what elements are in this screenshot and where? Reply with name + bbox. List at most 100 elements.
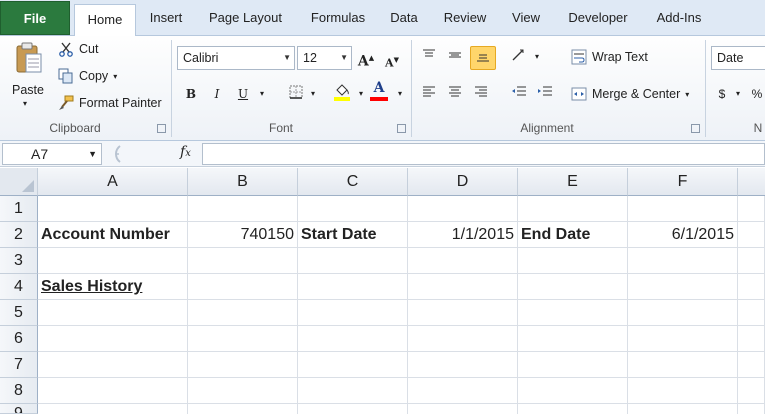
cut-button[interactable]: Cut	[58, 41, 98, 57]
grid-cell[interactable]	[188, 352, 298, 378]
grid-cell[interactable]	[408, 326, 518, 352]
borders-dropdown-icon[interactable]: ▾	[304, 85, 322, 103]
clipboard-launcher-icon[interactable]	[157, 124, 166, 133]
grid-cell[interactable]	[408, 378, 518, 404]
align-bottom-icon[interactable]	[470, 46, 496, 70]
grid-cell[interactable]	[628, 248, 738, 274]
grid-cell[interactable]	[628, 300, 738, 326]
column-header-e[interactable]: E	[518, 168, 628, 196]
grid-cell[interactable]	[628, 404, 738, 414]
grid-cell[interactable]	[738, 248, 765, 274]
decrease-indent-icon[interactable]	[510, 85, 528, 103]
cell-a2[interactable]: Account Number	[38, 222, 188, 248]
column-header-d[interactable]: D	[408, 168, 518, 196]
grid-cell[interactable]	[738, 326, 765, 352]
grid-cell[interactable]	[188, 404, 298, 414]
grid-cell[interactable]	[38, 326, 188, 352]
font-color-button[interactable]: A	[370, 80, 388, 102]
grid-cell[interactable]	[518, 378, 628, 404]
grid-cell[interactable]	[628, 274, 738, 300]
align-right-icon[interactable]	[472, 85, 490, 103]
grid-cell[interactable]	[38, 196, 188, 222]
tab-view[interactable]: View	[504, 0, 548, 36]
grid-cell[interactable]	[38, 404, 188, 414]
grid-cell[interactable]	[738, 300, 765, 326]
grid-cell[interactable]	[408, 352, 518, 378]
italic-button[interactable]: I	[208, 85, 226, 103]
column-header-b[interactable]: B	[188, 168, 298, 196]
grid-cell[interactable]	[408, 196, 518, 222]
merge-center-dropdown-icon[interactable]: ▾	[685, 90, 689, 99]
number-format-select[interactable]: Date	[711, 46, 765, 70]
underline-dropdown-icon[interactable]: ▾	[253, 85, 271, 103]
grid-cell[interactable]	[38, 300, 188, 326]
paste-label[interactable]: Paste	[12, 83, 44, 97]
grid-cell[interactable]	[38, 378, 188, 404]
grid-cell[interactable]	[518, 326, 628, 352]
grid-cell[interactable]	[188, 274, 298, 300]
cell-f2[interactable]: 6/1/2015	[628, 222, 738, 248]
name-box[interactable]: A7 ▼	[2, 143, 102, 165]
align-left-icon[interactable]	[420, 85, 438, 103]
column-header-partial[interactable]	[738, 168, 765, 196]
grid-cell[interactable]	[298, 248, 408, 274]
grid-cell[interactable]	[738, 404, 765, 414]
grid-cell[interactable]	[298, 326, 408, 352]
grid-cell[interactable]	[408, 274, 518, 300]
font-name-dropdown-icon[interactable]: ▼	[283, 47, 291, 69]
grid-cell[interactable]	[738, 378, 765, 404]
row-header-8[interactable]: 8	[0, 378, 38, 404]
cell-b2[interactable]: 740150	[188, 222, 298, 248]
fill-color-button[interactable]	[333, 82, 351, 101]
row-header-7[interactable]: 7	[0, 352, 38, 378]
merge-center-button[interactable]: Merge & Center ▾	[571, 86, 689, 102]
font-size-select[interactable]: 12 ▼	[297, 46, 352, 70]
fill-color-dropdown-icon[interactable]: ▾	[352, 85, 370, 103]
borders-button[interactable]	[287, 85, 305, 103]
grid-cell[interactable]	[298, 300, 408, 326]
increase-indent-icon[interactable]	[536, 85, 554, 103]
orientation-dropdown-icon[interactable]: ▾	[528, 48, 546, 66]
grid-cell[interactable]	[408, 248, 518, 274]
format-painter-button[interactable]: Format Painter	[58, 95, 162, 111]
cell-a4[interactable]: Sales History	[38, 274, 188, 300]
row-header-3[interactable]: 3	[0, 248, 38, 274]
wrap-text-button[interactable]: Wrap Text	[571, 49, 648, 65]
percent-format-icon[interactable]: %	[748, 85, 765, 103]
column-header-f[interactable]: F	[628, 168, 738, 196]
row-header-5[interactable]: 5	[0, 300, 38, 326]
font-color-dropdown-icon[interactable]: ▾	[391, 85, 409, 103]
copy-dropdown-icon[interactable]: ▾	[113, 72, 117, 81]
tab-file[interactable]: File	[0, 1, 70, 35]
grow-font-icon[interactable]: A▲	[357, 49, 375, 70]
grid-cell[interactable]	[188, 378, 298, 404]
grid-cell[interactable]	[298, 274, 408, 300]
select-all-button[interactable]	[0, 168, 38, 196]
cell-d2[interactable]: 1/1/2015	[408, 222, 518, 248]
row-header-4[interactable]: 4	[0, 274, 38, 300]
grid-cell[interactable]	[298, 378, 408, 404]
font-name-select[interactable]: Calibri ▼	[177, 46, 295, 70]
bold-button[interactable]: B	[182, 85, 200, 103]
column-header-c[interactable]: C	[298, 168, 408, 196]
alignment-launcher-icon[interactable]	[691, 124, 700, 133]
tab-insert[interactable]: Insert	[140, 0, 192, 36]
grid-cell[interactable]	[38, 352, 188, 378]
tab-page-layout[interactable]: Page Layout	[198, 0, 293, 36]
tab-formulas[interactable]: Formulas	[300, 0, 376, 36]
cell-e2[interactable]: End Date	[518, 222, 628, 248]
column-header-a[interactable]: A	[38, 168, 188, 196]
grid-cell[interactable]	[188, 300, 298, 326]
grid-cell[interactable]	[188, 326, 298, 352]
grid-cell[interactable]	[738, 274, 765, 300]
align-center-icon[interactable]	[446, 85, 464, 103]
formula-input[interactable]	[202, 143, 765, 165]
insert-function-icon[interactable]: fx	[180, 144, 191, 160]
grid-cell[interactable]	[38, 248, 188, 274]
tab-home[interactable]: Home	[74, 4, 136, 37]
tab-review[interactable]: Review	[436, 0, 494, 36]
copy-button[interactable]: Copy ▾	[58, 68, 117, 84]
row-header-9[interactable]: 9	[0, 404, 38, 414]
grid-cell[interactable]	[188, 196, 298, 222]
shrink-font-icon[interactable]: A▼	[383, 51, 401, 70]
